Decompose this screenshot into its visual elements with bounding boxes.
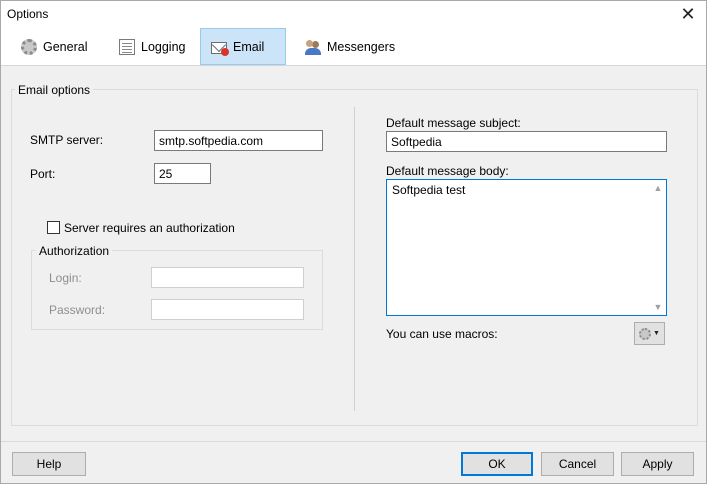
cancel-button[interactable]: Cancel [541,452,614,476]
close-icon: ✕ [680,4,696,24]
dialog-footer: Help OK Cancel Apply [1,441,706,483]
server-auth-checkbox[interactable] [47,221,60,234]
body-label: Default message body: [386,164,509,178]
tab-label: General [43,39,88,54]
help-button[interactable]: Help [12,452,86,476]
smtp-server-input[interactable] [154,130,323,151]
scroll-up-icon[interactable]: ▲ [653,183,663,193]
message-body-textarea[interactable]: Softpedia test ▲ ▼ [386,179,667,316]
subject-input[interactable] [386,131,667,152]
password-label: Password: [49,303,106,317]
authorization-label: Authorization [36,244,113,258]
users-icon [305,39,321,55]
macros-label: You can use macros: [386,327,498,341]
port-input[interactable] [154,163,211,184]
tab-label: Email [233,39,265,54]
login-input[interactable] [151,267,304,288]
ok-button[interactable]: OK [461,452,533,476]
tab-messengers[interactable]: Messengers [295,28,405,65]
smtp-server-label: SMTP server: [30,133,104,147]
gear-icon [21,38,37,55]
server-auth-label[interactable]: Server requires an authorization [64,221,235,235]
tab-label: Logging [141,39,186,54]
port-label: Port: [30,167,56,181]
macros-dropdown-button[interactable]: ▼ [634,322,665,345]
title-bar: Options ✕ [1,1,706,28]
log-icon [119,38,135,55]
window-title: Options [7,7,49,21]
password-input[interactable] [151,299,304,320]
chevron-down-icon: ▼ [653,330,660,337]
login-label: Login: [49,271,82,285]
tab-email[interactable]: Email [200,28,286,65]
message-body-text: Softpedia test [392,183,466,197]
tab-bar: General Logging Email Messengers [1,28,706,66]
options-dialog: Options ✕ General Logging Email Messenge… [0,0,707,484]
apply-button[interactable]: Apply [621,452,694,476]
gear-icon [639,327,652,340]
tab-label: Messengers [327,39,396,54]
scroll-down-icon[interactable]: ▼ [653,302,663,312]
email-options-label: Email options [15,83,94,97]
tab-general[interactable]: General [11,28,97,65]
subject-label: Default message subject: [386,116,521,130]
close-button[interactable]: ✕ [678,4,698,24]
tab-logging[interactable]: Logging [109,28,196,65]
divider [354,107,355,411]
email-icon [211,41,229,56]
